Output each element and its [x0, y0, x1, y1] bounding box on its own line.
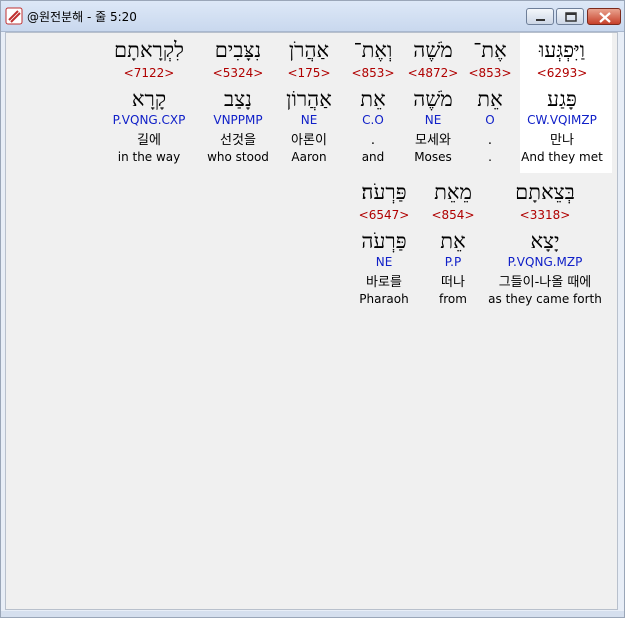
- lemma: קָרָא: [131, 87, 167, 111]
- title-bar[interactable]: @원전분해 - 줄 5:20: [1, 1, 624, 32]
- minimize-button[interactable]: [526, 8, 554, 25]
- parsing-code: P.VQNG.CXP: [112, 113, 186, 127]
- hebrew-word: פַּרְעֹה׃: [361, 180, 407, 204]
- hebrew-word: לִקְרָאתָם: [114, 38, 184, 62]
- close-icon: [599, 12, 611, 23]
- maximize-button[interactable]: [556, 8, 584, 25]
- parsing-code: NE: [375, 255, 393, 269]
- english-gloss: in the way: [117, 150, 181, 164]
- lemma: פַּרְעֹה: [361, 229, 407, 253]
- close-button[interactable]: [587, 8, 621, 25]
- korean-gloss: 길에: [137, 133, 161, 148]
- minimize-icon: [536, 19, 545, 21]
- interlinear-panel[interactable]: וַיִּפְגְּעוּ <6293> פָּגַע CW.VQIMZP 만나 And …: [5, 32, 618, 610]
- window-title: @원전분해 - 줄 5:20: [27, 10, 137, 24]
- app-logo-icon[interactable]: [5, 7, 23, 25]
- korean-gloss: 바로를: [366, 275, 402, 290]
- strong-number: <7122>: [123, 66, 175, 80]
- status-bar: [1, 611, 624, 617]
- strong-number: <6547>: [358, 208, 410, 222]
- maximize-icon: [565, 12, 577, 22]
- app-window: @원전분해 - 줄 5:20 וַיִּפְגְּעוּ <6293> פָּגַע…: [0, 0, 625, 618]
- english-gloss: Pharaoh: [359, 292, 409, 306]
